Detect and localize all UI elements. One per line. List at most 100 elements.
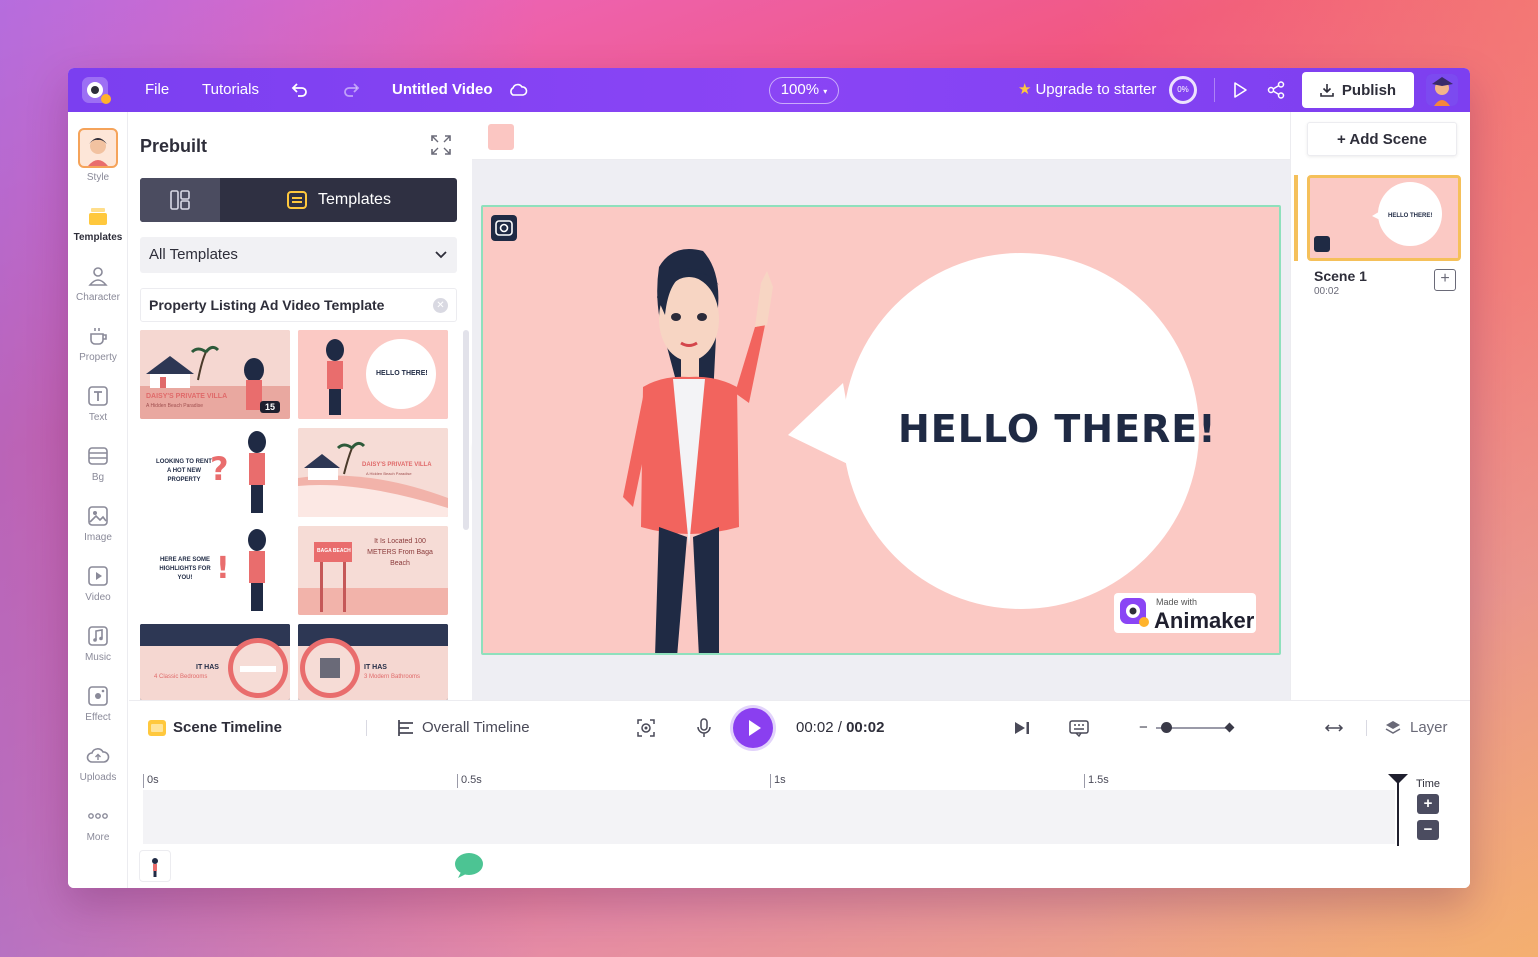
zoom-dropdown[interactable]: 100% ▾ bbox=[769, 77, 839, 104]
sidebar-label-more: More bbox=[86, 832, 110, 843]
zoom-out-control[interactable]: − bbox=[1139, 720, 1148, 735]
template-thumb[interactable]: DAISY'S PRIVATE VILLA A Hidden Beach Par… bbox=[140, 330, 290, 419]
template-thumb[interactable]: DAISY'S PRIVATE VILLA A Hidden Beach Par… bbox=[298, 428, 448, 517]
speech-bubble-layer-chip[interactable] bbox=[453, 850, 485, 882]
play-icon bbox=[749, 720, 761, 736]
panel-view-toggle: Templates bbox=[140, 178, 457, 222]
made-with-label: Made with bbox=[1156, 597, 1198, 607]
character-mini-icon bbox=[152, 858, 158, 877]
add-scene-button[interactable]: + Add Scene bbox=[1307, 122, 1457, 156]
microphone-icon[interactable] bbox=[693, 717, 715, 739]
avatar-image-icon bbox=[1426, 74, 1458, 106]
undo-icon[interactable] bbox=[289, 80, 309, 100]
file-menu[interactable]: File bbox=[145, 68, 169, 112]
sidebar-label-style: Style bbox=[86, 172, 110, 183]
animaker-logo-icon[interactable] bbox=[80, 74, 114, 106]
templates-tab-icon bbox=[287, 191, 308, 209]
sidebar-item-video[interactable]: Video bbox=[68, 564, 128, 603]
sidebar-item-property[interactable]: Property bbox=[68, 324, 128, 363]
template-thumb[interactable]: HELLO THERE! bbox=[298, 330, 448, 419]
timeline-zoom-knob[interactable] bbox=[1161, 722, 1172, 733]
sidebar-item-bg[interactable]: Bg bbox=[68, 444, 128, 483]
layout-grid-icon bbox=[170, 190, 190, 210]
speech-bubble-text[interactable]: HELLO THERE! bbox=[898, 407, 1217, 451]
sidebar-item-templates[interactable]: Templates bbox=[68, 204, 128, 243]
screenshot-icon[interactable] bbox=[491, 215, 517, 241]
tab-scene-timeline[interactable]: Scene Timeline bbox=[173, 701, 282, 755]
video-icon bbox=[88, 566, 108, 586]
zoom-value: 100% bbox=[780, 81, 820, 98]
template-thumb[interactable]: ? LOOKING TO RENT A HOT NEW PROPERTY bbox=[140, 428, 290, 517]
focus-target-icon[interactable] bbox=[635, 717, 657, 739]
character-face-icon bbox=[88, 138, 108, 166]
effect-icon bbox=[88, 686, 108, 706]
expand-icon[interactable] bbox=[428, 132, 454, 158]
star-icon: ★ bbox=[1018, 81, 1032, 98]
skip-forward-icon[interactable] bbox=[1011, 717, 1033, 739]
sidebar-label-templates: Templates bbox=[73, 232, 123, 243]
project-title[interactable]: Untitled Video bbox=[392, 68, 493, 112]
divider bbox=[366, 720, 367, 736]
timeline-zoom-out-button[interactable]: − bbox=[1417, 820, 1439, 840]
divider bbox=[1366, 720, 1367, 736]
preview-play-icon[interactable] bbox=[1230, 80, 1250, 100]
layout-view-tab[interactable] bbox=[140, 178, 220, 222]
templates-icon bbox=[89, 208, 107, 225]
search-filter-text: Property Listing Ad Video Template bbox=[149, 297, 385, 313]
publish-label: Publish bbox=[1341, 81, 1397, 99]
scene-thumbnail[interactable]: HELLO THERE! bbox=[1307, 175, 1461, 261]
cloud-saved-icon bbox=[510, 83, 528, 96]
user-avatar[interactable] bbox=[1426, 74, 1458, 106]
usage-ring[interactable]: 0% bbox=[1169, 76, 1197, 104]
sidebar-item-effect[interactable]: Effect bbox=[68, 684, 128, 723]
share-icon[interactable] bbox=[1266, 80, 1286, 100]
music-icon bbox=[88, 626, 108, 646]
character-layer-chip[interactable] bbox=[139, 850, 171, 882]
sidebar-label-video: Video bbox=[85, 592, 111, 603]
tutorials-menu[interactable]: Tutorials bbox=[202, 68, 259, 112]
template-thumb[interactable]: BAGA BEACH It Is Located 100 METERS From… bbox=[298, 526, 448, 615]
layer-toggle[interactable]: Layer bbox=[1410, 701, 1448, 755]
animaker-badge-icon bbox=[1120, 598, 1149, 627]
sidebar-item-style[interactable]: Style bbox=[68, 128, 128, 183]
timeline-zoom-in-button[interactable]: + bbox=[1417, 794, 1439, 814]
sidebar-item-character[interactable]: Character bbox=[68, 264, 128, 303]
redo-icon[interactable] bbox=[342, 80, 362, 100]
sidebar-item-uploads[interactable]: Uploads bbox=[68, 744, 128, 783]
zoom-in-diamond-icon[interactable] bbox=[1224, 722, 1235, 733]
template-category-select[interactable]: All Templates bbox=[140, 237, 457, 273]
sidebar-label-effect: Effect bbox=[85, 712, 111, 723]
character-icon bbox=[88, 267, 108, 286]
sidebar-item-music[interactable]: Music bbox=[68, 624, 128, 663]
scene-stage[interactable]: HELLO THERE! Made with Animaker bbox=[481, 205, 1281, 655]
playhead-line[interactable] bbox=[1397, 776, 1399, 846]
timeline-track[interactable] bbox=[143, 790, 1395, 844]
subtitles-icon[interactable] bbox=[1068, 717, 1090, 739]
thumb-caption: IT HAS bbox=[364, 664, 387, 671]
sidebar-item-image[interactable]: Image bbox=[68, 504, 128, 543]
play-button[interactable] bbox=[733, 708, 773, 748]
scene-preview-icon bbox=[1310, 178, 1458, 258]
sidebar-label-image: Image bbox=[84, 532, 112, 543]
scene-add-button[interactable]: + bbox=[1434, 269, 1456, 291]
panel-scrollbar[interactable] bbox=[463, 330, 469, 530]
tab-templates[interactable]: Templates bbox=[220, 178, 457, 222]
publish-button[interactable]: Publish bbox=[1302, 72, 1414, 108]
fit-width-icon[interactable] bbox=[1323, 717, 1345, 739]
thumb-caption: LOOKING TO RENT A HOT NEW PROPERTY bbox=[156, 459, 212, 483]
upgrade-link[interactable]: ★ Upgrade to starter bbox=[1018, 68, 1156, 112]
top-bar: File Tutorials Untitled Video 100% ▾ ★ Up… bbox=[68, 68, 1470, 112]
tab-overall-timeline[interactable]: Overall Timeline bbox=[422, 701, 530, 755]
scene-name[interactable]: Scene 1 bbox=[1314, 268, 1367, 284]
template-thumb[interactable]: ! HERE ARE SOME HIGHLIGHTS FOR YOU! bbox=[140, 526, 290, 615]
brand-label: Animaker bbox=[1154, 608, 1255, 633]
template-thumb[interactable]: IT HAS 4 Classic Bedrooms bbox=[140, 624, 290, 700]
clear-filter-icon[interactable]: ✕ bbox=[433, 298, 448, 313]
divider bbox=[1214, 78, 1215, 102]
template-thumb[interactable]: IT HAS 3 Modern Bathrooms bbox=[298, 624, 448, 700]
sidebar-item-more[interactable]: More bbox=[68, 804, 128, 843]
background-color-swatch[interactable] bbox=[488, 124, 514, 150]
sidebar-item-text[interactable]: Text bbox=[68, 384, 128, 423]
search-filter-chip[interactable]: Property Listing Ad Video Template ✕ bbox=[140, 288, 457, 322]
speech-bubble-icon bbox=[455, 853, 483, 878]
